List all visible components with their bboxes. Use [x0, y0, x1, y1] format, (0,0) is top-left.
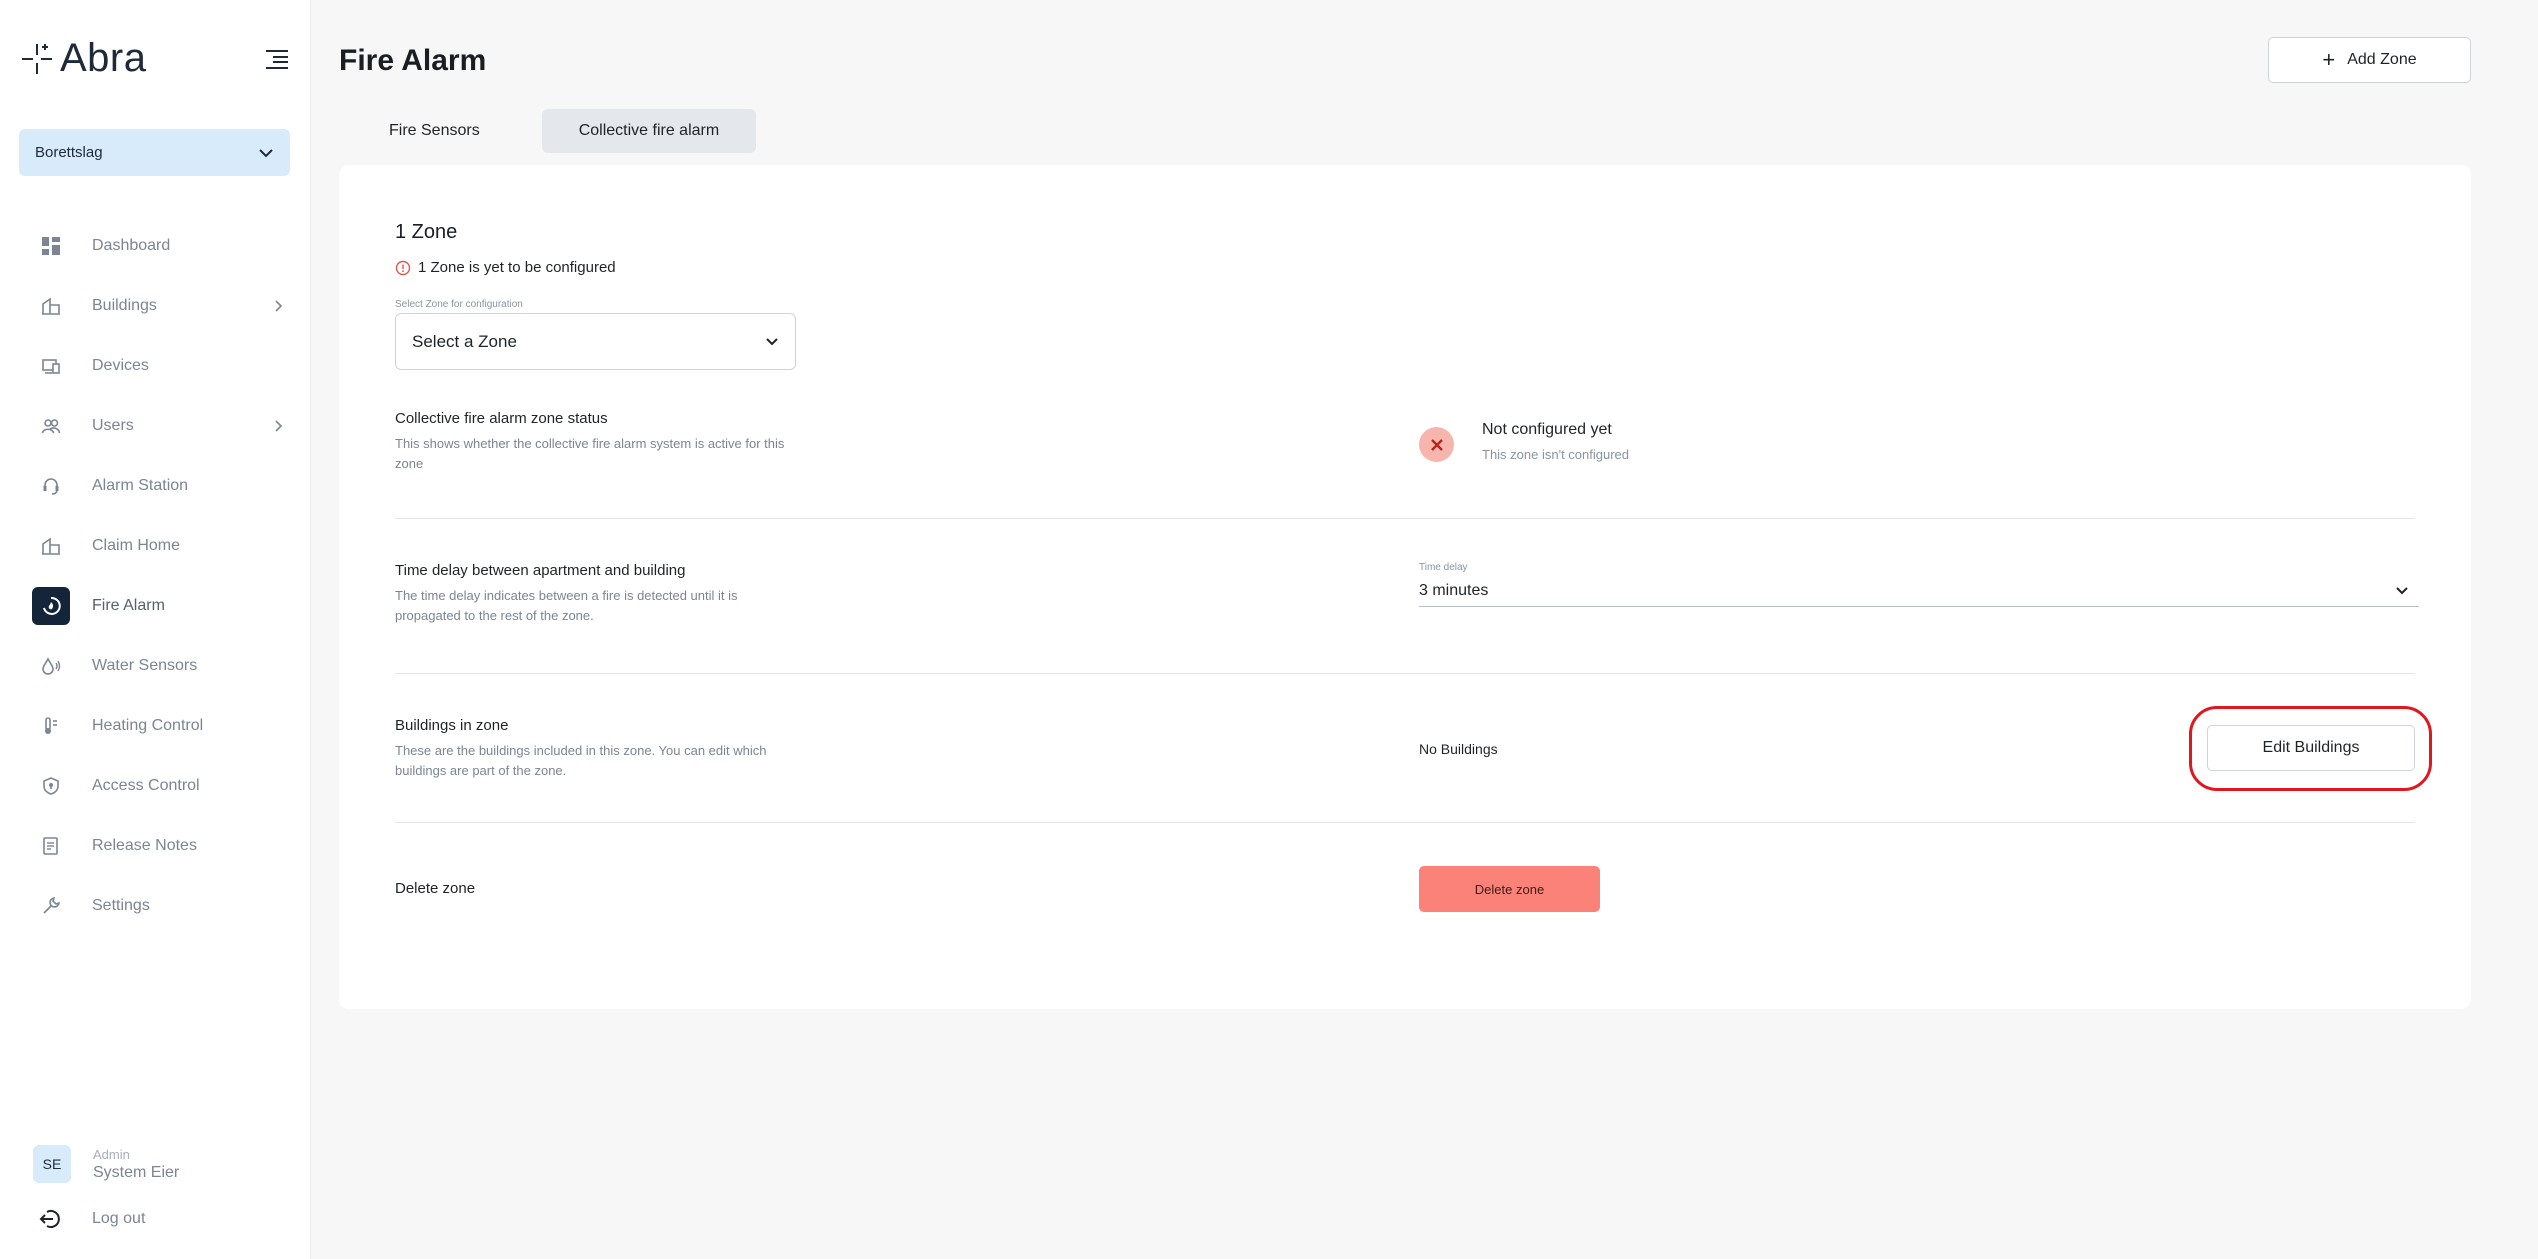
status-title: Not configured yet: [1482, 421, 1612, 438]
users-icon: [32, 407, 70, 445]
time-delay-select[interactable]: 3 minutes: [1419, 575, 2419, 607]
time-delay-label: Time delay: [1419, 562, 1468, 573]
zone-config-card: 1 Zone 1 Zone is yet to be configured Se…: [339, 165, 2471, 1009]
tab-bar: Fire Sensors Collective fire alarm: [355, 109, 757, 153]
tab-collective-fire-alarm[interactable]: Collective fire alarm: [541, 109, 757, 153]
sidebar-item-label: Release Notes: [92, 837, 197, 854]
zone-warning-text: 1 Zone is yet to be configured: [418, 259, 616, 276]
add-zone-button[interactable]: + Add Zone: [2268, 37, 2471, 83]
zone-select-value: Select a Zone: [412, 331, 517, 351]
sidebar-item-dashboard[interactable]: Dashboard: [33, 216, 283, 276]
zone-count-title: 1 Zone: [395, 221, 458, 243]
logout-label: Log out: [92, 1210, 146, 1227]
sidebar-item-water-sensors[interactable]: Water Sensors: [33, 636, 283, 696]
water-sensors-icon: [32, 647, 70, 685]
access-control-icon: [32, 767, 70, 805]
delay-row-title: Time delay between apartment and buildin…: [395, 562, 686, 579]
logout-icon: [32, 1200, 70, 1238]
buildings-icon: [32, 287, 70, 325]
chevron-down-icon: [2396, 587, 2408, 595]
user-role: Admin: [93, 1146, 130, 1162]
sidebar-item-label: Users: [92, 417, 134, 434]
sidebar-item-label: Settings: [92, 897, 150, 914]
claim-home-icon: [32, 527, 70, 565]
sidebar-item-fire-alarm[interactable]: Fire Alarm: [32, 576, 283, 636]
chevron-down-icon: [259, 148, 273, 157]
plus-icon: +: [2322, 47, 2336, 72]
sidebar-item-label: Fire Alarm: [92, 597, 165, 614]
organization-select[interactable]: Borettslag: [19, 129, 290, 176]
logout-button[interactable]: Log out: [33, 1200, 145, 1238]
zone-select[interactable]: Select a Zone: [395, 313, 796, 370]
heating-control-icon: [32, 707, 70, 745]
dashboard-icon: [32, 227, 70, 265]
divider: [395, 822, 2415, 823]
sidebar-item-label: Access Control: [92, 777, 200, 794]
time-delay-value: 3 minutes: [1419, 581, 1489, 599]
sidebar-item-access-control[interactable]: Access Control: [33, 756, 283, 816]
buildings-value: No Buildings: [1419, 741, 1498, 757]
chevron-down-icon: [766, 338, 778, 346]
sidebar-item-release-notes[interactable]: Release Notes: [33, 816, 283, 876]
status-row-description: This shows whether the collective fire a…: [395, 436, 785, 471]
user-profile[interactable]: SE Admin System Eier: [33, 1145, 179, 1183]
abra-logo-icon: [22, 43, 52, 74]
sidebar-item-label: Devices: [92, 357, 149, 374]
menu-toggle-icon[interactable]: [264, 48, 290, 70]
add-zone-label: Add Zone: [2347, 51, 2417, 68]
sidebar-item-devices[interactable]: Devices: [33, 336, 283, 396]
devices-icon: [32, 347, 70, 385]
release-notes-icon: [32, 827, 70, 865]
divider: [395, 673, 2415, 674]
settings-icon: [32, 887, 70, 925]
status-row-title: Collective fire alarm zone status: [395, 410, 608, 427]
delay-row-description: The time delay indicates between a fire …: [395, 588, 738, 623]
abra-logo[interactable]: Abra: [18, 36, 147, 81]
sidebar-item-label: Dashboard: [92, 237, 171, 254]
app-name: Abra: [60, 36, 147, 80]
status-subtitle: This zone isn't configured: [1482, 447, 1630, 462]
page-title: Fire Alarm: [339, 44, 487, 77]
sidebar-item-buildings[interactable]: Buildings: [33, 276, 283, 336]
zone-select-label: Select Zone for configuration: [395, 299, 523, 310]
buildings-row-description: These are the buildings included in this…: [395, 743, 767, 778]
chevron-right-icon: [275, 300, 283, 312]
delete-row-title: Delete zone: [395, 880, 476, 897]
sidebar-nav: Dashboard Buildings Devices Users Alarm …: [32, 216, 283, 936]
buildings-row-title: Buildings in zone: [395, 717, 509, 734]
status-error-icon: [1419, 427, 1454, 462]
sidebar-item-label: Claim Home: [92, 537, 181, 554]
user-name: System Eier: [93, 1163, 180, 1181]
sidebar-item-label: Buildings: [92, 297, 157, 314]
sidebar-item-settings[interactable]: Settings: [33, 876, 283, 936]
sidebar-item-heating-control[interactable]: Heating Control: [33, 696, 283, 756]
fire-alarm-icon: [32, 587, 70, 625]
divider: [395, 518, 2415, 519]
sidebar-item-label: Alarm Station: [92, 477, 189, 494]
edit-buildings-button[interactable]: Edit Buildings: [2207, 725, 2415, 771]
sidebar-item-alarm-station[interactable]: Alarm Station: [33, 456, 283, 516]
sidebar-item-claim-home[interactable]: Claim Home: [33, 516, 283, 576]
alarm-station-icon: [32, 467, 70, 505]
organization-select-value: Borettslag: [35, 144, 103, 161]
chevron-right-icon: [275, 420, 283, 432]
tab-fire-sensors[interactable]: Fire Sensors: [355, 109, 514, 153]
avatar: SE: [33, 1145, 71, 1183]
sidebar-item-users[interactable]: Users: [33, 396, 283, 456]
zone-warning: 1 Zone is yet to be configured: [395, 259, 616, 276]
sidebar-item-label: Heating Control: [92, 717, 204, 734]
sidebar-item-label: Water Sensors: [92, 657, 198, 674]
sidebar: Abra Borettslag Dashboard Buildings Devi…: [0, 0, 311, 1259]
delete-zone-button[interactable]: Delete zone: [1419, 866, 1600, 912]
warning-icon: [395, 260, 411, 275]
